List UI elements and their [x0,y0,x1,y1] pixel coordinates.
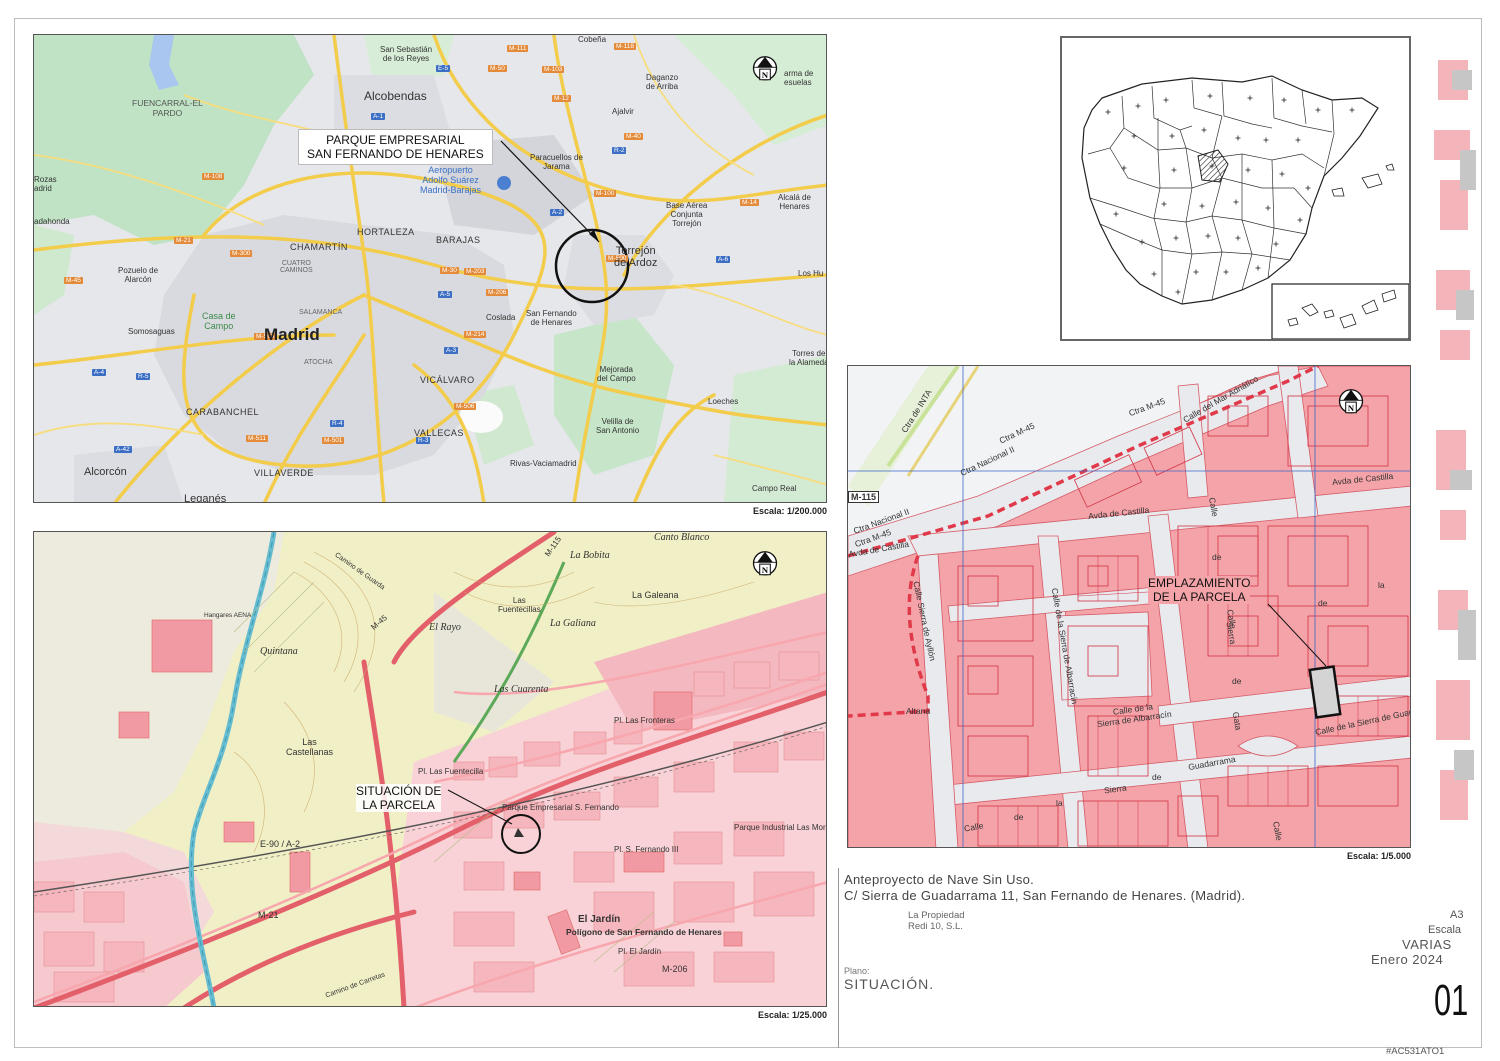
road-shield-a-6: A-6 [716,256,731,263]
parcel-map-graphics [848,366,1410,847]
project-title: Anteproyecto de Nave Sin Uso. [844,872,1035,887]
road-shield-m-214: M-214 [464,331,487,338]
road-shield-m-506: M-506 [454,403,477,410]
road-shield-a-1: A-1 [371,113,386,120]
road-shield-m-501: M-501 [322,437,345,444]
sheet-size: A3 [1450,909,1464,921]
road-shield-r-3: R-3 [416,437,431,444]
topographic-map: La Bobita Canto Blanco La Galeana La Gal… [33,531,827,1007]
road-shield-m-45: M-45 [64,277,83,284]
spain-locator-map [1060,36,1411,341]
topographic-map-graphics [34,532,826,1006]
owner-label: La Propiedad [908,910,965,921]
road-shield-r-2: R-2 [612,147,627,154]
project-address: C/ Sierra de Guadarrama 11, San Fernando… [844,888,1246,903]
road-shield-m-12: M-12 [552,95,571,102]
road-shield-a-2: A-2 [550,209,565,216]
road-shield-m-50: M-50 [488,65,507,72]
title-block: Anteproyecto de Nave Sin Uso. C/ Sierra … [838,868,1480,1057]
road-shield-m-21: M-21 [174,237,193,244]
svg-text:N: N [762,565,769,575]
owner-name: Redi 10, S.L. [908,921,963,932]
road-shield-m-300: M-300 [230,250,253,257]
parcel-scale: Escala: 1/5.000 [1346,851,1411,861]
north-arrow-icon: N [752,551,778,576]
topo-scale: Escala: 1/25.000 [757,1010,827,1020]
sheet-edge-artifact [1434,60,1476,820]
svg-text:N: N [762,70,769,80]
road-shield-r-4: R-4 [330,420,345,427]
north-arrow-icon: N [1338,389,1364,414]
parcel-callout: EMPLAZAMIENTO DE LA PARCELA [1148,576,1251,604]
road-shield-m-500: M-500 [606,255,629,262]
road-shield-a-4: A-4 [92,369,107,376]
svg-text:N: N [1348,403,1355,413]
road-shield-m-40: M-40 [624,133,643,140]
road-shield-e-5: E-5 [436,65,451,72]
scale-value: VARIAS [1402,937,1452,952]
road-shield-m-111: M-111 [507,45,529,52]
road-shield-m-206: M-206 [486,289,509,296]
road-shield-m-203: M-203 [464,268,487,275]
north-arrow-icon: N [752,56,778,81]
road-shield-m-108: M-108 [202,173,225,180]
sheet-number: 01 [1434,976,1469,1025]
road-shield-a-42: A-42 [114,446,132,453]
date: Enero 2024 [1371,952,1444,967]
overview-callout: PARQUE EMPRESARIAL SAN FERNANDO DE HENARE… [298,129,493,165]
overview-map: M-111M-103M-118E-5M-50A-1M-12M-40M-603R-… [33,34,827,503]
scale-label: Escala [1428,924,1462,936]
road-shield-m-30: M-30 [440,267,459,274]
road-shield-m-118: M-118 [614,43,636,50]
overview-map-graphics [34,35,826,502]
road-shield-m-100: M-100 [594,190,617,197]
road-shield-a-5: A-5 [438,291,453,298]
road-shield-m-103: M-103 [542,66,565,73]
topo-callout: SITUACIÓN DE LA PARCELA [356,784,442,812]
spain-map-graphics [1081,75,1409,339]
plan-name: SITUACIÓN. [844,976,935,992]
road-shield-m-503: M-503 [254,333,277,340]
road-shield-m-511: M-511 [246,435,268,442]
drawing-code: #AC531ATO1 [1386,1046,1445,1057]
overview-scale: Escala: 1/200.000 [752,506,827,516]
plan-label: Plano: [844,966,870,976]
road-shield-a-3: A-3 [444,347,459,354]
parcel-map: M-115 Ctra Nacional II Ctra Nacional II … [847,365,1411,848]
road-shield-m-14: M-14 [740,199,759,206]
road-shield-r-5: R-5 [136,373,151,380]
